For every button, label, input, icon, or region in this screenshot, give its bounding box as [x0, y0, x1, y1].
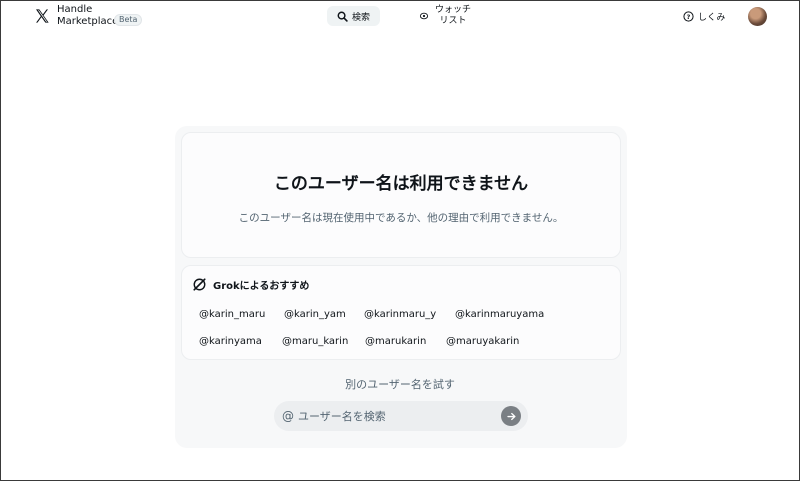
unavailable-description: このユーザー名は現在使用中であるか、他の理由で利用できません。 [238, 212, 564, 224]
search-nav-button[interactable]: 検索 [327, 6, 380, 26]
beta-badge: Beta [114, 14, 143, 26]
arrow-right-icon [506, 412, 515, 420]
watchlist-nav-button[interactable]: ウォッチ リスト [419, 5, 471, 27]
username-search-box: @ [274, 401, 528, 431]
suggestion-link[interactable]: @karin_maru [199, 309, 265, 320]
eye-icon [419, 12, 429, 20]
x-logo-icon[interactable] [34, 8, 50, 24]
watchlist-label-line-2: リスト [439, 16, 467, 26]
try-another-label: 別のユーザー名を試す [345, 378, 455, 391]
search-nav-label: 検索 [351, 12, 370, 23]
brand-line-2: Marketplace [57, 16, 119, 27]
unavailable-title: このユーザー名は利用できません [273, 174, 529, 194]
search-submit-button[interactable] [501, 406, 521, 426]
suggestion-link[interactable]: @maruyakarin [446, 336, 519, 347]
brand-name[interactable]: Handle Marketplace [57, 4, 118, 28]
unavailable-card: このユーザー名は利用できません このユーザー名は現在使用中であるか、他の理由で利… [181, 132, 621, 258]
grok-heading: Grokによるおすすめ [192, 277, 309, 292]
brand-line-1: Handle [57, 4, 93, 15]
search-icon [337, 11, 348, 22]
svg-text:?: ? [687, 13, 691, 21]
watchlist-label: ウォッチ リスト [435, 5, 471, 27]
watchlist-label-line-1: ウォッチ [435, 5, 472, 15]
grok-icon [193, 278, 206, 291]
at-symbol: @ [282, 409, 294, 423]
how-it-works-label: しくみ [698, 13, 726, 23]
suggestion-link[interactable]: @karinmaru_y [364, 309, 436, 320]
suggestion-link[interactable]: @karin_yam [284, 309, 346, 320]
top-header: Handle Marketplace Beta 検索 ウォッチ リスト ? しく… [0, 0, 800, 34]
question-circle-icon: ? [683, 11, 694, 22]
grok-heading-label: Grokによるおすすめ [213, 281, 310, 292]
user-avatar[interactable] [748, 7, 767, 26]
suggestion-link[interactable]: @karinyama [199, 336, 262, 347]
username-search-input[interactable] [298, 406, 488, 426]
suggestion-link[interactable]: @marukarin [365, 336, 426, 347]
suggestion-link[interactable]: @maru_karin [282, 336, 348, 347]
suggestion-link[interactable]: @karinmaruyama [455, 309, 544, 320]
how-it-works-button[interactable]: ? しくみ [683, 10, 725, 23]
